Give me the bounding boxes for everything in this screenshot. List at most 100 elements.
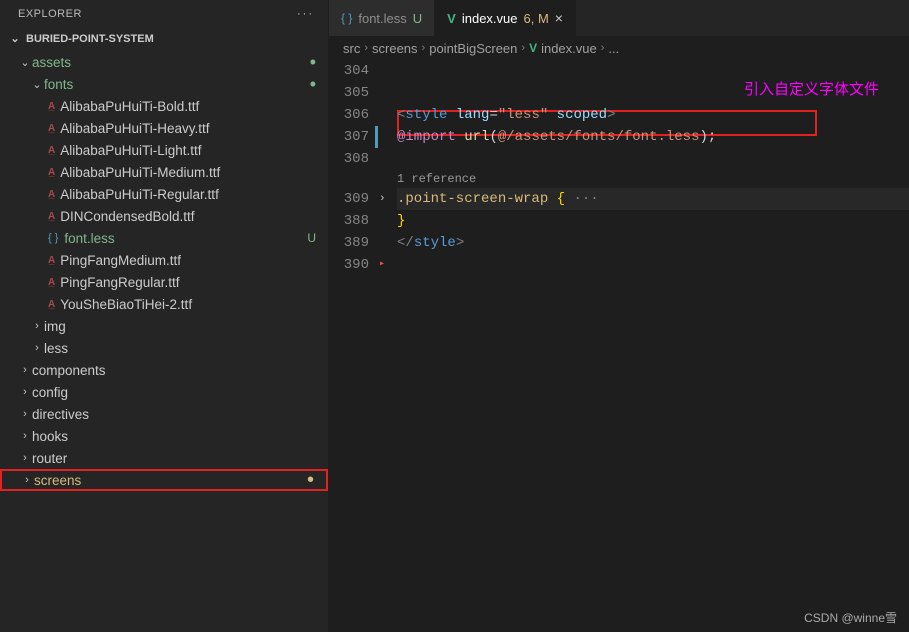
chevron-down-icon: ⌄ (30, 78, 44, 91)
vue-icon: V (447, 11, 456, 26)
font-icon: A̲ (48, 189, 54, 200)
line-gutter: 304 305 306 307 308 309 388 389 390 (329, 60, 379, 632)
file-item[interactable]: A̲ PingFangMedium.ttf (0, 249, 328, 271)
line-number: 306 (329, 104, 369, 126)
sidebar: EXPLORER ··· ⌄ BURIED-POINT-SYSTEM ⌄ ass… (0, 0, 329, 632)
crumb[interactable]: src (343, 41, 360, 56)
file-tree: ⌄ assets • ⌄ fonts • A̲ AlibabaPuHuiTi-Bo… (0, 49, 328, 632)
vue-icon: V (529, 41, 537, 55)
tab-indexvue[interactable]: V index.vue 6, M × (435, 0, 576, 36)
codelens[interactable]: 1 reference (397, 170, 909, 188)
chevron-right-icon: › (521, 42, 525, 54)
git-status: 6, M (524, 11, 549, 26)
folder-label: less (44, 341, 316, 356)
folder-label: screens (34, 473, 307, 488)
close-icon[interactable]: × (555, 10, 563, 26)
folder-img[interactable]: ›img (0, 315, 328, 337)
font-icon: A̲ (48, 145, 54, 156)
font-icon: A̲ (48, 299, 54, 310)
code-content[interactable]: <style lang="less" scoped> @import url(@… (397, 60, 909, 632)
file-label: AlibabaPuHuiTi-Bold.ttf (60, 99, 316, 114)
file-label: PingFangMedium.ttf (60, 253, 316, 268)
tab-fontless[interactable]: { } font.less U (329, 0, 435, 36)
file-item[interactable]: A̲ AlibabaPuHuiTi-Medium.ttf (0, 161, 328, 183)
file-label: AlibabaPuHuiTi-Light.ttf (60, 143, 316, 158)
file-item[interactable]: A̲ AlibabaPuHuiTi-Heavy.ttf (0, 117, 328, 139)
git-status-dot: • (310, 57, 316, 67)
crumb[interactable]: screens (372, 41, 418, 56)
change-marker (375, 126, 378, 148)
folder-label: router (32, 451, 316, 466)
folder-label: config (32, 385, 316, 400)
less-icon: { } (48, 232, 58, 244)
git-status: U (307, 231, 316, 245)
watermark: CSDN @winne雪 (804, 609, 897, 626)
file-item[interactable]: A̲PingFangRegular.ttf (0, 271, 328, 293)
chevron-right-icon: › (18, 452, 32, 464)
git-status-dot: • (310, 79, 316, 89)
file-item[interactable]: A̲ DINCondensedBold.ttf (0, 205, 328, 227)
chevron-right-icon: › (422, 42, 426, 54)
crumb[interactable]: index.vue (541, 41, 597, 56)
breadcrumb[interactable]: src› screens› pointBigScreen› V index.vu… (329, 36, 909, 60)
file-item[interactable]: A̲ AlibabaPuHuiTi-Light.ttf (0, 139, 328, 161)
font-icon: A̲ (48, 101, 54, 112)
file-label: AlibabaPuHuiTi-Regular.ttf (60, 187, 316, 202)
file-item[interactable]: A̲ AlibabaPuHuiTi-Bold.ttf (0, 95, 328, 117)
file-item[interactable]: A̲ YouSheBiaoTiHei-2.ttf (0, 293, 328, 315)
tab-label: font.less (358, 11, 406, 26)
folder-router[interactable]: ›router (0, 447, 328, 469)
fold-gutter: › ▸ (379, 60, 397, 632)
more-icon[interactable]: ··· (297, 8, 314, 20)
font-icon: A̲ (48, 167, 54, 178)
folder-fonts[interactable]: ⌄ fonts • (0, 73, 328, 95)
crumb[interactable]: pointBigScreen (429, 41, 517, 56)
folder-assets[interactable]: ⌄ assets • (0, 51, 328, 73)
tab-label: index.vue (462, 11, 518, 26)
file-label: DINCondensedBold.ttf (60, 209, 316, 224)
file-label: PingFangRegular.ttf (60, 275, 316, 290)
project-name: BURIED-POINT-SYSTEM (26, 33, 154, 45)
fold-icon[interactable]: › (379, 188, 397, 210)
chevron-down-icon: ⌄ (8, 32, 22, 45)
font-icon: A̲ (48, 123, 54, 134)
file-label: AlibabaPuHuiTi-Heavy.ttf (60, 121, 316, 136)
file-item[interactable]: A̲ AlibabaPuHuiTi-Regular.ttf (0, 183, 328, 205)
line-number: 389 (329, 232, 369, 254)
editor-area: { } font.less U V index.vue 6, M × src › … (329, 0, 909, 632)
line-number: 309 (329, 188, 369, 210)
chevron-right-icon: › (364, 42, 368, 54)
file-label: YouSheBiaoTiHei-2.ttf (60, 297, 316, 312)
folder-config[interactable]: ›config (0, 381, 328, 403)
folder-label: components (32, 363, 316, 378)
font-icon: A̲ (48, 255, 54, 266)
folder-hooks[interactable]: ›hooks (0, 425, 328, 447)
explorer-title: EXPLORER (18, 8, 82, 20)
line-number: 304 (329, 60, 369, 82)
tabs-bar: { } font.less U V index.vue 6, M × (329, 0, 909, 36)
folder-directives[interactable]: ›directives (0, 403, 328, 425)
folder-components[interactable]: ›components (0, 359, 328, 381)
chevron-right-icon: › (18, 408, 32, 420)
chevron-right-icon: › (30, 342, 44, 354)
chevron-right-icon: › (20, 474, 34, 486)
font-icon: A̲ (48, 211, 54, 222)
git-status: U (413, 11, 422, 26)
file-fontless[interactable]: { }font.lessU (0, 227, 328, 249)
project-header[interactable]: ⌄ BURIED-POINT-SYSTEM (0, 28, 328, 49)
folder-label: assets (32, 55, 310, 70)
line-number: 390 (329, 254, 369, 276)
code-editor[interactable]: 引入自定义字体文件 304 305 306 307 308 309 388 38… (329, 60, 909, 632)
file-label: AlibabaPuHuiTi-Medium.ttf (60, 165, 316, 180)
chevron-right-icon: › (18, 364, 32, 376)
crumb[interactable]: ... (608, 41, 619, 56)
folder-label: directives (32, 407, 316, 422)
chevron-right-icon: › (30, 320, 44, 332)
folder-screens[interactable]: ›screens• (0, 469, 328, 491)
folder-label: hooks (32, 429, 316, 444)
line-number: 308 (329, 148, 369, 170)
folder-less[interactable]: ›less (0, 337, 328, 359)
chevron-right-icon: › (18, 386, 32, 398)
error-marker: ▸ (379, 254, 397, 276)
chevron-right-icon: › (601, 42, 605, 54)
